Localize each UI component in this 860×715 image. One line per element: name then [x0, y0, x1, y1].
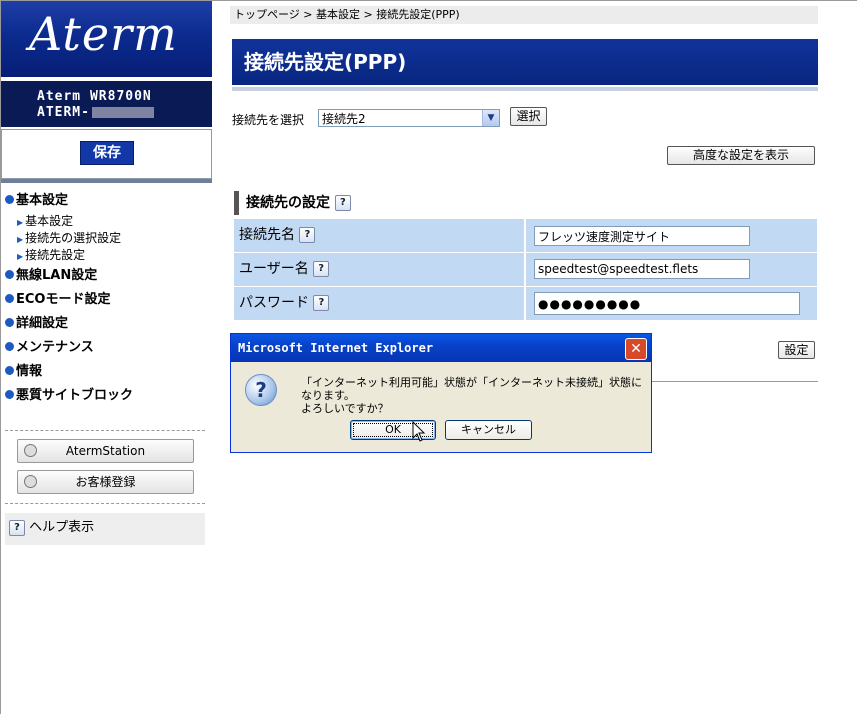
form-row: 接続先名 ?: [234, 219, 817, 252]
aterm-station-button[interactable]: AtermStation: [17, 439, 194, 463]
submenu-basic-settings[interactable]: ▶ 基本設定: [5, 213, 210, 230]
connection-form: 接続先名 ? ユーザー名 ? パスワード ?: [234, 219, 817, 321]
menu-advanced[interactable]: 詳細設定: [5, 312, 210, 336]
arrow-icon: ▶: [17, 218, 24, 227]
section-title: 接続先の設定 ?: [234, 191, 351, 215]
menu-info[interactable]: 情報: [5, 360, 210, 384]
breadcrumb: トップページ > 基本設定 > 接続先設定(PPP): [230, 6, 818, 24]
set-button[interactable]: 設定: [778, 341, 815, 359]
model-info: Aterm WR8700N ATERM-: [1, 81, 212, 127]
menu-eco-mode[interactable]: ECOモード設定: [5, 288, 210, 312]
submenu-connection-select[interactable]: ▶ 接続先の選択設定: [5, 230, 210, 247]
menu-wireless-lan[interactable]: 無線LAN設定: [5, 264, 210, 288]
sidebar-menu: 基本設定 ▶ 基本設定 ▶ 接続先の選択設定 ▶ 接続先設定 無線LAN設定 ECOモ…: [5, 189, 210, 408]
question-icon: ?: [245, 374, 277, 406]
divider-line: [636, 381, 818, 382]
circle-icon: [24, 444, 37, 457]
password-label: パスワード ?: [234, 287, 524, 320]
arrow-icon: ▶: [17, 252, 24, 261]
confirm-dialog: Microsoft Internet Explorer ✕ ? 「インターネット…: [230, 333, 652, 453]
menu-bullet-icon: [5, 390, 14, 399]
close-icon[interactable]: ✕: [625, 338, 647, 360]
menu-bullet-icon: [5, 294, 14, 303]
select-label: 接続先を選択: [232, 113, 305, 127]
circle-icon: [24, 475, 37, 488]
dialog-title: Microsoft Internet Explorer: [231, 334, 651, 362]
menu-bullet-icon: [5, 270, 14, 279]
menu-bullet-icon: [5, 195, 14, 204]
chevron-down-icon[interactable]: ▼: [482, 110, 499, 126]
sidebar-divider: [1, 179, 212, 183]
advanced-settings-button[interactable]: 高度な設定を表示: [667, 146, 815, 165]
connection-name-input[interactable]: [534, 226, 750, 246]
form-row: ユーザー名 ?: [234, 253, 817, 286]
help-link[interactable]: ? ヘルプ表示: [5, 513, 205, 545]
username-label: ユーザー名 ?: [234, 253, 524, 286]
menu-maintenance[interactable]: メンテナンス: [5, 336, 210, 360]
menu-bullet-icon: [5, 366, 14, 375]
dialog-message: 「インターネット利用可能」状態が「インターネット未接続」状態になります。 よろし…: [301, 376, 642, 415]
username-input[interactable]: [534, 259, 750, 279]
device-name: ATERM-: [37, 105, 154, 120]
customer-registration-button[interactable]: お客様登録: [17, 470, 194, 494]
help-icon[interactable]: ?: [313, 261, 330, 277]
title-underline: [232, 87, 818, 91]
form-row: パスワード ?: [234, 287, 817, 320]
model-name: Aterm WR8700N: [37, 89, 152, 104]
menu-bullet-icon: [5, 342, 14, 351]
help-icon[interactable]: ?: [334, 195, 351, 211]
submenu-connection-settings[interactable]: ▶ 接続先設定: [5, 247, 210, 264]
connection-name-label: 接続先名 ?: [234, 219, 524, 252]
select-button[interactable]: 選択: [510, 107, 547, 126]
cancel-button[interactable]: キャンセル: [445, 420, 532, 440]
mouse-cursor-icon: [412, 421, 426, 442]
sidebar: Aterm Aterm WR8700N ATERM- 保存 基本設定 ▶ 基本設定…: [1, 1, 212, 714]
save-button[interactable]: 保存: [80, 141, 134, 165]
redacted-block: [91, 107, 154, 118]
dashed-divider: [5, 430, 205, 431]
page-title: 接続先設定(PPP): [232, 39, 818, 85]
password-input[interactable]: [534, 292, 800, 315]
dashed-divider: [5, 503, 205, 504]
help-icon: ?: [9, 519, 25, 536]
help-icon[interactable]: ?: [313, 295, 330, 311]
connection-select[interactable]: 接続先2 ▼: [318, 109, 500, 127]
aterm-logo: Aterm: [29, 7, 178, 61]
menu-bullet-icon: [5, 318, 14, 327]
help-icon[interactable]: ?: [299, 227, 316, 243]
menu-site-block[interactable]: 悪質サイトブロック: [5, 384, 210, 408]
menu-basic-settings[interactable]: 基本設定: [5, 189, 210, 213]
logo-box: Aterm: [1, 1, 212, 77]
arrow-icon: ▶: [17, 235, 24, 244]
save-area: 保存: [1, 129, 212, 179]
